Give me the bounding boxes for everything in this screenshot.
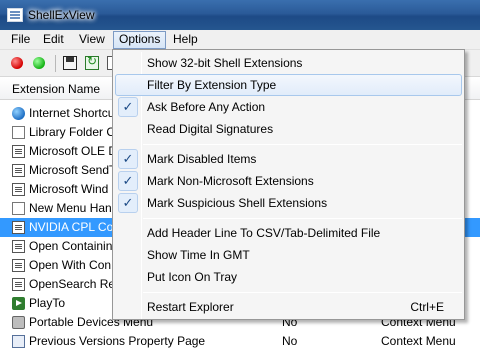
item-name: Library Folder C [29, 125, 116, 139]
item-name: Open With Con [29, 258, 112, 272]
title-bar[interactable]: ShellExView [0, 0, 480, 30]
menu-item-mark-disabled[interactable]: ✓ Mark Disabled Items [115, 148, 462, 170]
menu-item-put-icon-on-tray[interactable]: Put Icon On Tray [115, 266, 462, 288]
menu-separator [143, 292, 462, 293]
item-type: Context Menu [381, 334, 456, 348]
menu-item-label: Mark Non-Microsoft Extensions [147, 174, 314, 188]
app-icon [7, 8, 23, 22]
document-icon [12, 145, 25, 158]
item-name: OpenSearch Re [29, 277, 116, 291]
item-disabled: No [282, 334, 298, 348]
menu-item-label: Read Digital Signatures [147, 122, 274, 136]
menu-item-label: Show Time In GMT [147, 248, 250, 262]
item-name: Microsoft OLE D [29, 144, 118, 158]
checkmark-icon: ✓ [118, 171, 138, 191]
enable-selected-icon[interactable] [33, 57, 45, 69]
menu-item-label: Put Icon On Tray [147, 270, 238, 284]
menu-item-label: Restart Explorer [147, 300, 234, 314]
item-name: Microsoft SendT [29, 163, 117, 177]
list-item[interactable]: Previous Versions Property Page No Conte… [0, 332, 480, 348]
menu-view[interactable]: View [74, 31, 110, 49]
menu-item-mark-non-microsoft[interactable]: ✓ Mark Non-Microsoft Extensions [115, 170, 462, 192]
versions-icon [12, 335, 25, 348]
disable-selected-icon[interactable] [11, 57, 23, 69]
menu-item-shortcut: Ctrl+E [410, 300, 444, 314]
menu-separator [143, 218, 462, 219]
item-name: New Menu Han [29, 201, 112, 215]
menu-item-label: Add Header Line To CSV/Tab-Delimited Fil… [147, 226, 381, 240]
document-icon [12, 240, 25, 253]
save-icon[interactable] [63, 56, 77, 70]
menu-item-show-32bit[interactable]: Show 32-bit Shell Extensions [115, 52, 462, 74]
item-name: Previous Versions Property Page [29, 334, 206, 348]
item-name: Microsoft Wind [29, 182, 109, 196]
document-icon [12, 183, 25, 196]
menu-separator [143, 144, 462, 145]
menu-item-label: Mark Suspicious Shell Extensions [147, 196, 328, 210]
menu-item-label: Mark Disabled Items [147, 152, 257, 166]
document-icon [12, 259, 25, 272]
document-icon [12, 164, 25, 177]
window-title: ShellExView [28, 8, 95, 22]
menu-item-filter-by-extension-type[interactable]: Filter By Extension Type [115, 74, 462, 96]
menu-item-mark-suspicious[interactable]: ✓ Mark Suspicious Shell Extensions [115, 192, 462, 214]
checkmark-icon: ✓ [118, 193, 138, 213]
menu-help[interactable]: Help [168, 31, 203, 49]
menu-item-label: Show 32-bit Shell Extensions [147, 56, 303, 70]
menu-options[interactable]: Options [113, 31, 167, 49]
item-name: Internet Shortcu [29, 106, 115, 120]
menu-item-label: Ask Before Any Action [147, 100, 266, 114]
menu-item-add-header-line[interactable]: Add Header Line To CSV/Tab-Delimited Fil… [115, 222, 462, 244]
menu-edit[interactable]: Edit [38, 31, 69, 49]
play-icon [12, 297, 25, 310]
portable-device-icon [12, 316, 25, 329]
globe-icon [12, 107, 25, 120]
page-icon [12, 202, 25, 215]
menu-item-read-digital-signatures[interactable]: Read Digital Signatures [115, 118, 462, 140]
item-name: NVIDIA CPL Co [29, 220, 114, 234]
menu-item-ask-before-action[interactable]: ✓ Ask Before Any Action [115, 96, 462, 118]
item-name: Open Containin [29, 239, 113, 253]
checkmark-icon: ✓ [118, 149, 138, 169]
item-name: PlayTo [29, 296, 66, 310]
menu-file[interactable]: File [6, 31, 35, 49]
document-icon [12, 221, 25, 234]
options-menu: Show 32-bit Shell Extensions Filter By E… [112, 49, 465, 320]
menu-item-label: Filter By Extension Type [147, 78, 277, 92]
menu-item-show-time-gmt[interactable]: Show Time In GMT [115, 244, 462, 266]
document-icon [12, 278, 25, 291]
folder-page-icon [12, 126, 25, 139]
menu-bar: File Edit View Options Help [0, 30, 480, 50]
menu-item-restart-explorer[interactable]: Restart Explorer Ctrl+E [115, 296, 462, 318]
toolbar-separator [55, 55, 56, 72]
checkmark-icon: ✓ [118, 97, 138, 117]
refresh-icon[interactable] [85, 54, 99, 70]
